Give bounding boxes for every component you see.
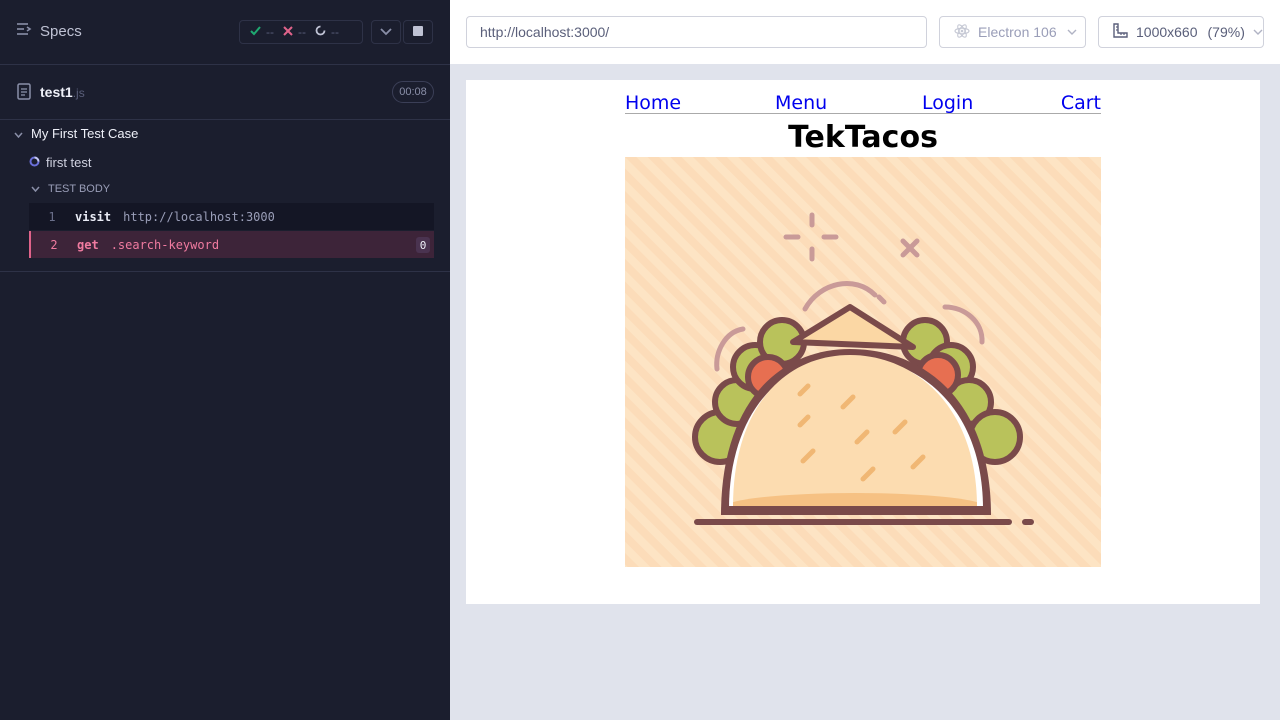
- pending-stat: --: [315, 25, 339, 39]
- reporter-panel: Specs -- -- -- test1.js 00:08 My First T…: [0, 0, 450, 720]
- nav-link-home[interactable]: Home: [625, 92, 681, 114]
- suite-title: My First Test Case: [31, 126, 139, 141]
- spec-file-basename: test1: [40, 84, 73, 100]
- chevron-down-icon: [14, 126, 23, 141]
- electron-icon: [954, 23, 970, 42]
- url-bar[interactable]: http://localhost:3000/: [466, 16, 927, 48]
- chevron-down-icon: [1253, 27, 1263, 38]
- chevron-down-icon: [1067, 27, 1077, 38]
- running-spinner-icon: [29, 155, 40, 170]
- taco-hero-image: [625, 157, 1101, 567]
- aut-iframe: Home Menu Login Cart TekTacos: [466, 80, 1260, 604]
- test-body-label: TEST BODY: [48, 183, 111, 195]
- command-number: 1: [48, 209, 56, 224]
- aut-header: http://localhost:3000/ Electron 106 1000…: [450, 0, 1280, 64]
- nav-link-cart[interactable]: Cart: [1061, 92, 1101, 114]
- spec-file-name: test1.js: [40, 84, 85, 100]
- suite-row[interactable]: My First Test Case: [14, 126, 138, 141]
- viewport-scale: (79%): [1207, 24, 1245, 40]
- command-name: visit: [75, 209, 112, 224]
- divider: [0, 271, 450, 272]
- viewport-size: 1000x660: [1136, 24, 1198, 40]
- pending-count: --: [331, 25, 339, 39]
- command-argument: http://localhost:3000: [123, 209, 275, 224]
- passed-count: --: [266, 25, 274, 39]
- specs-toggle-button[interactable]: Specs: [16, 22, 82, 41]
- command-log-row-failed[interactable]: 2 get .search-keyword 0: [29, 231, 434, 258]
- specs-label: Specs: [40, 23, 82, 40]
- document-icon: [17, 83, 31, 105]
- test-body-toggle[interactable]: TEST BODY: [31, 183, 110, 195]
- command-number: 2: [50, 237, 58, 252]
- command-argument: .search-keyword: [110, 237, 220, 252]
- test-stats: -- -- --: [239, 20, 363, 44]
- chevron-down-icon: [380, 23, 392, 41]
- chevron-down-icon: [31, 183, 40, 195]
- specs-list-icon: [16, 22, 32, 41]
- reporter-header: Specs -- -- --: [0, 0, 450, 65]
- test-title: first test: [46, 155, 92, 170]
- spec-file-row[interactable]: test1.js 00:08: [0, 66, 450, 120]
- pending-icon: [315, 25, 326, 39]
- site-title: TekTacos: [788, 120, 938, 155]
- ruler-icon: [1113, 23, 1128, 41]
- command-name: get: [77, 237, 99, 252]
- stop-icon: [413, 23, 423, 41]
- nav-link-login[interactable]: Login: [922, 92, 973, 114]
- element-count-badge: 0: [416, 237, 430, 253]
- options-dropdown-button[interactable]: [371, 20, 401, 44]
- command-log-row[interactable]: 1 visit http://localhost:3000: [29, 203, 434, 230]
- stop-button[interactable]: [403, 20, 433, 44]
- passed-stat: --: [250, 25, 274, 39]
- x-icon: [283, 25, 293, 39]
- browser-selector[interactable]: Electron 106: [939, 16, 1086, 48]
- site-nav: Home Menu Login Cart: [625, 92, 1101, 114]
- failed-stat: --: [283, 25, 306, 39]
- spec-file-extension: .js: [72, 86, 85, 100]
- spec-duration: 00:08: [392, 81, 434, 103]
- test-row[interactable]: first test: [29, 155, 92, 170]
- browser-name: Electron 106: [978, 24, 1057, 40]
- viewport-selector[interactable]: 1000x660 (79%): [1098, 16, 1264, 48]
- nav-link-menu[interactable]: Menu: [775, 92, 827, 114]
- check-icon: [250, 25, 261, 39]
- failed-count: --: [298, 25, 306, 39]
